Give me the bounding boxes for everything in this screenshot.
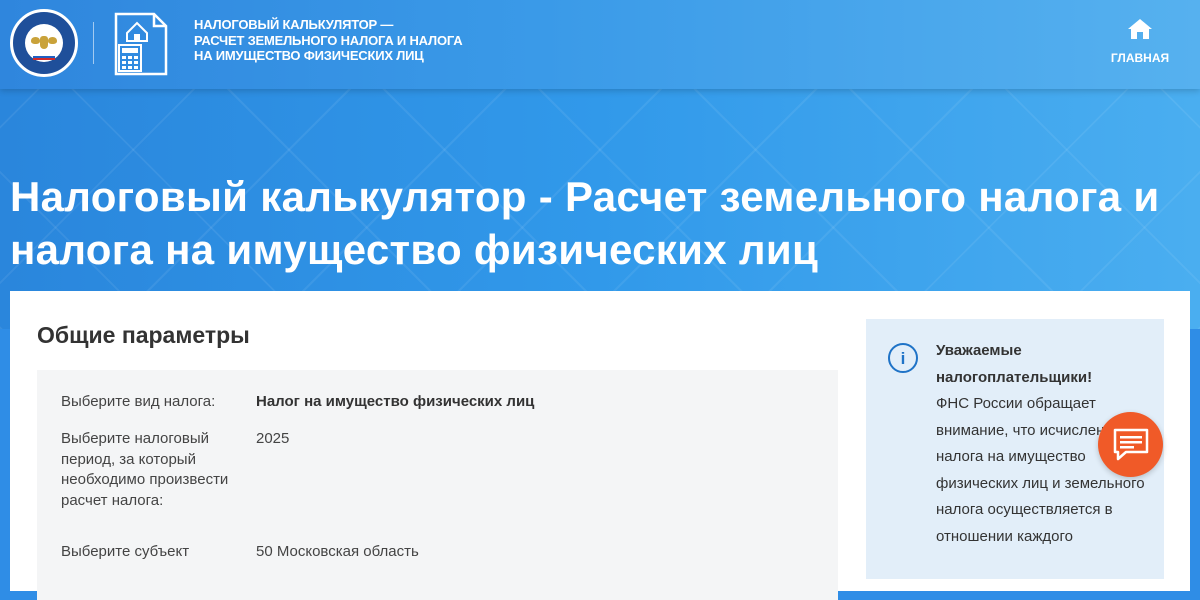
eagle-icon xyxy=(31,36,57,49)
param-label: Выберите вид налога: xyxy=(61,393,216,410)
param-row-tax-type: Выберите вид налога: Налог на имущество … xyxy=(61,392,821,418)
emblem-inner xyxy=(25,24,63,62)
header-divider xyxy=(93,22,94,64)
russian-flag-icon xyxy=(33,54,55,60)
header-title-line: НАЛОГОВЫЙ КАЛЬКУЛЯТОР — xyxy=(194,17,394,32)
chat-icon xyxy=(1113,428,1149,461)
param-label: Выберите субъект xyxy=(61,543,190,560)
tax-type-select[interactable]: Налог на имущество физических лиц xyxy=(256,392,796,413)
home-label: ГЛАВНАЯ xyxy=(1110,51,1170,65)
region-select[interactable]: 50 Московская область xyxy=(256,542,796,563)
params-panel: Выберите вид налога: Налог на имущество … xyxy=(37,370,838,600)
page-title: Налоговый калькулятор - Расчет земельног… xyxy=(10,173,1160,273)
header-title-line: РАСЧЕТ ЗЕМЕЛЬНОГО НАЛОГА И НАЛОГА xyxy=(194,32,463,48)
home-link[interactable]: ГЛАВНАЯ xyxy=(1104,18,1176,70)
header-title-line: НА ИМУЩЕСТВО ФИЗИЧЕСКИХ ЛИЦ xyxy=(194,48,424,63)
param-row-region: Выберите субъект 50 Московская область xyxy=(61,542,821,568)
home-icon xyxy=(1128,19,1152,39)
param-row-period: Выберите налоговый период, за который не… xyxy=(61,429,821,539)
tax-calculator-logo-icon[interactable] xyxy=(113,11,169,77)
chat-button[interactable] xyxy=(1098,412,1163,477)
param-label: Выберите налоговый период, за который не… xyxy=(61,430,229,509)
period-select[interactable]: 2025 xyxy=(256,429,796,450)
content-card: Общие параметры Выберите вид налога: Нал… xyxy=(10,291,1190,600)
fns-emblem-icon[interactable] xyxy=(10,9,78,77)
section-title: Общие параметры xyxy=(37,322,250,348)
header-title[interactable]: НАЛОГОВЫЙ КАЛЬКУЛЯТОР — РАСЧЕТ ЗЕМЕЛЬНОГ… xyxy=(194,17,474,64)
info-heading: Уважаемые налогоплательщики! xyxy=(936,342,1093,386)
site-header: НАЛОГОВЫЙ КАЛЬКУЛЯТОР — РАСЧЕТ ЗЕМЕЛЬНОГ… xyxy=(0,0,1200,89)
info-icon: i xyxy=(888,343,918,373)
